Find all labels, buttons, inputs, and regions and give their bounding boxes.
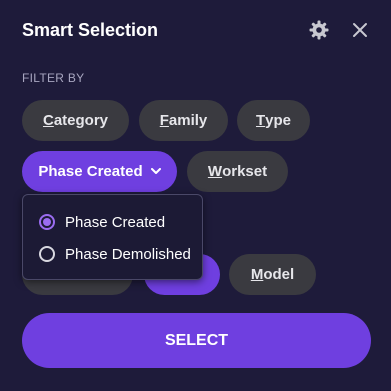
option-phase-demolished[interactable]: Phase Demolished <box>39 242 191 266</box>
option-phase-created-label: Phase Created <box>65 213 166 231</box>
gear-icon <box>309 20 329 45</box>
settings-button[interactable] <box>305 18 333 46</box>
phase-dropdown-menu: Phase Created Phase Demolished <box>22 194 203 280</box>
chip-phase-dropdown[interactable]: Phase Created <box>22 151 177 192</box>
chevron-down-icon <box>150 168 161 175</box>
chip-workset-label: orkset <box>222 163 268 180</box>
smart-selection-panel: Smart Selection FILTER BY C ategory F am… <box>0 0 391 391</box>
chip-model-label: odel <box>263 266 295 283</box>
chip-workset-mnemonic: W <box>207 163 223 180</box>
close-button[interactable] <box>346 18 374 46</box>
option-phase-demolished-label: Phase Demolished <box>65 245 191 263</box>
filter-by-label: FILTER BY <box>22 71 85 85</box>
chip-workset[interactable]: Workset <box>187 151 288 192</box>
chip-model-mnemonic: M <box>250 266 264 283</box>
chip-category[interactable]: Category <box>22 100 129 141</box>
chip-category-mnemonic: C <box>42 112 54 129</box>
close-icon <box>352 22 368 43</box>
chip-model[interactable]: Model <box>229 254 316 295</box>
radio-dot <box>43 218 51 226</box>
chip-category-label: ategory <box>53 112 109 129</box>
select-button[interactable]: SELECT <box>22 313 371 368</box>
radio-phase-demolished[interactable] <box>39 246 55 262</box>
chip-family-mnemonic: F <box>159 112 169 129</box>
chip-type[interactable]: Type <box>237 100 310 141</box>
option-phase-created[interactable]: Phase Created <box>39 210 165 234</box>
chip-type-mnemonic: T <box>255 112 266 129</box>
chip-type-label: ype <box>265 112 292 129</box>
chip-family-label: amily <box>168 112 208 129</box>
panel-title: Smart Selection <box>22 20 159 40</box>
radio-phase-created[interactable] <box>39 214 55 230</box>
chip-family[interactable]: Family <box>139 100 228 141</box>
chip-phase-label: Phase Created <box>38 163 143 180</box>
